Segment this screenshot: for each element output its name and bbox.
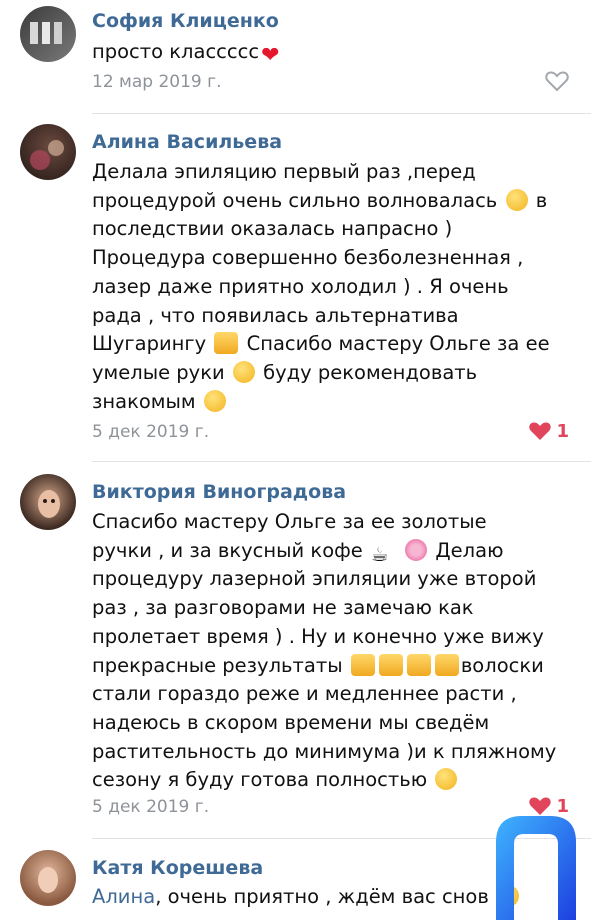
avatar-image xyxy=(38,490,60,518)
divider xyxy=(92,461,591,462)
avatar-image xyxy=(30,140,64,170)
comment-text-line: стали гораздо реже и медленнее расти , xyxy=(92,682,517,706)
thumbs-up-icon xyxy=(378,653,403,676)
comment-author[interactable]: Катя Корешева xyxy=(92,857,263,879)
hugging-face-icon xyxy=(435,768,458,791)
comment-text: просто классссс❤ xyxy=(92,38,582,67)
comment-text-line: Делала эпиляцию первый раз ,перед xyxy=(92,160,476,183)
comment-text-line: пролетает время ) . Ну и конечно уже виж… xyxy=(92,624,544,648)
avatar[interactable] xyxy=(20,124,76,180)
comment-text-line: Спасибо мастеру Ольге за ее золотые xyxy=(92,510,487,533)
comment-text-line: рада , что появилась альтернатива xyxy=(92,303,459,327)
comment-text-line: растительность до минимума )и к пляжному xyxy=(92,739,557,763)
comment-text-line: надеюсь в скором времени мы сведём xyxy=(92,710,490,734)
mention-link[interactable]: Алина xyxy=(92,885,155,908)
comment-text-line: лазер даже приятно холодил ) . Я очень xyxy=(92,274,509,298)
heart-outline-icon xyxy=(545,71,569,92)
comment-date: 12 мар 2019 г. xyxy=(92,72,222,92)
avatar[interactable] xyxy=(20,850,76,906)
hot-beverage-icon: ☕ xyxy=(371,542,389,566)
comment-text: Спасибо мастеру Ольге за ее золотые ручк… xyxy=(92,508,582,795)
avatar-image xyxy=(38,867,58,893)
comment-text-line: прекрасные результаты волоски xyxy=(92,653,544,677)
comment-text: Делала эпиляцию первый раз ,перед процед… xyxy=(92,158,582,416)
comment-author[interactable]: Виктория Виноградова xyxy=(92,481,346,503)
red-heart-icon: ❤ xyxy=(261,43,280,68)
watermark-logo-icon xyxy=(496,816,576,920)
comment-author[interactable]: Алина Васильева xyxy=(92,131,282,153)
like-button[interactable] xyxy=(545,70,569,92)
comment-text-line: просто классссс xyxy=(92,40,260,63)
divider xyxy=(92,113,591,114)
cherry-blossom-icon xyxy=(405,538,428,561)
comment-text-line: Процедура совершенно безболезненная , xyxy=(92,246,524,270)
avatar[interactable] xyxy=(20,474,76,530)
comment-text-line: знакомым xyxy=(92,388,582,417)
comment-text-line: процедурой очень сильно волновалась в xyxy=(92,188,548,212)
comment-date: 5 дек 2019 г. xyxy=(92,422,210,442)
comment-text-line: , очень приятно , ждём вас снов xyxy=(155,885,489,908)
comment-text-line: умелые руки буду рекомендовать xyxy=(92,360,478,384)
thumbs-up-icon xyxy=(406,653,431,676)
heart-filled-icon xyxy=(529,422,552,440)
comment-author[interactable]: София Клиценко xyxy=(92,10,279,32)
comment-text-line: раз , за разговорами не замечаю как xyxy=(92,596,474,620)
thumbs-up-icon xyxy=(350,653,375,676)
comment-text-line: Шугарингу Спасибо мастеру Ольге за ее xyxy=(92,332,550,356)
avatar[interactable] xyxy=(20,6,76,62)
thumbs-up-icon xyxy=(214,332,239,355)
comment-text-line: последствии оказалась напрасно ) xyxy=(92,217,453,241)
comment-date: 5 дек 2019 г. xyxy=(92,797,210,817)
kissing-face-icon xyxy=(232,360,255,383)
comment-text-line: процедуру лазерной эпиляции уже второй xyxy=(92,567,537,591)
like-count: 1 xyxy=(556,420,569,442)
winking-face-icon xyxy=(203,389,226,412)
like-button[interactable]: 1 xyxy=(528,420,569,442)
avatar-image xyxy=(30,22,62,44)
comment-text-line: ручки , и за вкусный кофе ☕ Делаю xyxy=(92,538,504,566)
relieved-face-icon xyxy=(505,188,528,211)
thumbs-up-icon xyxy=(434,653,459,676)
comment-text-line: сезону я буду готова полностью xyxy=(92,766,582,795)
